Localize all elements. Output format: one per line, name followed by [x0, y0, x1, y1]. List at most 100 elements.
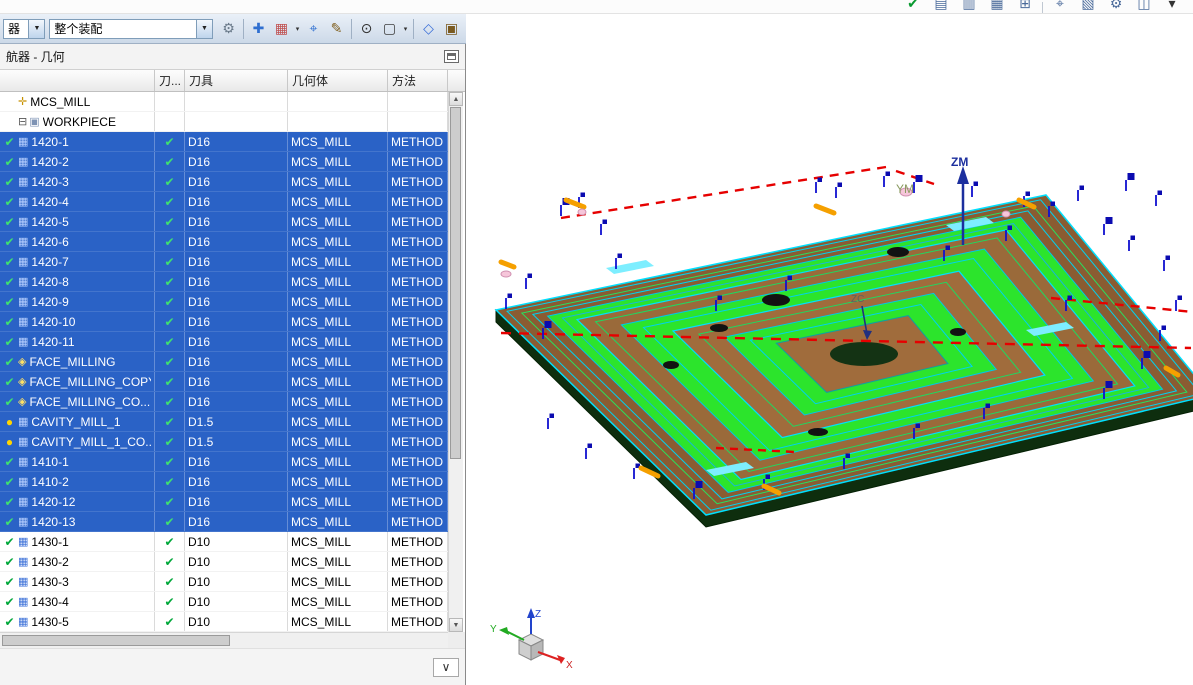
table-row[interactable]: ✔ ▦ 1420-12 ✔ D16 MCS_MILL METHOD [0, 492, 448, 512]
table-row[interactable]: ✔ ▦ 1420-4 ✔ D16 MCS_MILL METHOD [0, 192, 448, 212]
select-filter-icon[interactable]: ⌖ [1049, 0, 1071, 13]
vertical-scrollbar-thumb[interactable] [450, 107, 461, 459]
horizontal-scrollbar-thumb[interactable] [2, 635, 230, 646]
datum-point-icon[interactable]: ⊙ [355, 17, 378, 41]
table-row[interactable]: ✔ ◈ FACE_MILLING_COPY ✔ D16 MCS_MILL MET… [0, 372, 448, 392]
dropdown-arrow-icon[interactable]: ▾ [401, 25, 410, 33]
move-component-icon[interactable]: ⌖ [302, 17, 325, 41]
table-row[interactable]: ✛ MCS_MILL [0, 92, 448, 112]
selection-box-icon[interactable]: ▢ [378, 17, 401, 41]
maximize-window-icon[interactable]: ▤ [930, 0, 952, 13]
orientation-triad[interactable]: Z X Y [490, 608, 573, 671]
cell-tool: D10 [185, 612, 288, 631]
dropdown-arrow-icon[interactable]: ▾ [293, 25, 302, 33]
cell-method: METHOD [388, 532, 448, 551]
row-check-icon: ✔ [4, 254, 15, 269]
cell-method: METHOD [388, 512, 448, 531]
window-layout-icon[interactable]: ▦ [986, 0, 1008, 13]
wireframe-view-icon[interactable]: ◇ [417, 17, 440, 41]
operation-icon: ▦ [18, 536, 29, 548]
new-window-icon[interactable]: ⊞ [1014, 0, 1036, 13]
table-row[interactable]: ✔ ◈ FACE_MILLING ✔ D16 MCS_MILL METHOD [0, 352, 448, 372]
lightbulb-icon: ● [5, 414, 14, 429]
table-row[interactable]: ✔ ▦ 1430-4 ✔ D10 MCS_MILL METHOD [0, 592, 448, 612]
expander-icon[interactable]: ⊟ [18, 115, 27, 128]
table-row[interactable]: ✔ ▦ 1420-7 ✔ D16 MCS_MILL METHOD [0, 252, 448, 272]
cell-toolpath: ✔ [155, 272, 185, 291]
table-row[interactable]: ✔ ▦ 1420-10 ✔ D16 MCS_MILL METHOD [0, 312, 448, 332]
operation-icon: ▦ [18, 236, 29, 248]
zm-axis-label: ZM [951, 155, 968, 169]
cell-name: ✔ ▦ 1420-11 [0, 332, 155, 351]
table-row[interactable]: ● ▦ CAVITY_MILL_1 ✔ D1.5 MCS_MILL METHOD [0, 412, 448, 432]
add-component-icon[interactable]: ✚ [247, 17, 270, 41]
row-name: 1430-5 [31, 614, 69, 629]
vertical-scrollbar[interactable]: ▲ ▼ [448, 92, 463, 632]
column-header-toolpath[interactable]: 刀... [155, 70, 185, 91]
column-header-tool[interactable]: 刀具 [185, 70, 288, 91]
table-row[interactable]: ✔ ▦ 1430-1 ✔ D10 MCS_MILL METHOD [0, 532, 448, 552]
table-row[interactable]: ✔ ▦ 1420-2 ✔ D16 MCS_MILL METHOD [0, 152, 448, 172]
toolpath-check-icon: ✔ [164, 314, 175, 329]
row-name: CAVITY_MILL_1_CO... [31, 434, 151, 449]
horizontal-scrollbar[interactable] [0, 632, 448, 648]
toolpath-check-icon: ✔ [164, 494, 175, 509]
graphics-viewport[interactable]: ZM YM ZC Z X Y [466, 14, 1193, 685]
table-row[interactable]: ✔ ▦ 1420-9 ✔ D16 MCS_MILL METHOD [0, 292, 448, 312]
toolpath-check-icon: ✔ [164, 534, 175, 549]
table-row[interactable]: ● ▦ CAVITY_MILL_1_CO... ✔ D1.5 MCS_MILL … [0, 432, 448, 452]
pattern-component-icon[interactable]: ▦ [270, 17, 293, 41]
table-row[interactable]: ✔ ▦ 1420-3 ✔ D16 MCS_MILL METHOD [0, 172, 448, 192]
assembly-sequence-icon[interactable]: ⚙ [217, 17, 240, 41]
scroll-up-button[interactable]: ▲ [449, 92, 463, 106]
row-name: FACE_MILLING_COPY [29, 374, 151, 389]
cell-method [388, 92, 448, 111]
more-options-icon[interactable]: ▾ [1161, 0, 1183, 13]
row-name: 1420-3 [31, 174, 69, 189]
row-check-icon: ✔ [4, 294, 15, 309]
column-header-name[interactable] [0, 70, 155, 91]
chevron-down-icon[interactable]: ▼ [28, 19, 45, 38]
filter-combo[interactable]: 器 ▼ [3, 18, 46, 39]
table-row[interactable]: ✔ ▦ 1420-13 ✔ D16 MCS_MILL METHOD [0, 512, 448, 532]
table-row[interactable]: ⊟ ▣ WORKPIECE [0, 112, 448, 132]
toolpath-check-icon: ✔ [164, 554, 175, 569]
row-check-icon: ✔ [4, 354, 15, 369]
customize-icon[interactable]: ⚙ [1105, 0, 1127, 13]
row-check-icon: ✔ [4, 194, 15, 209]
cell-tool: D16 [185, 312, 288, 331]
split-view-icon[interactable]: ▥ [958, 0, 980, 13]
table-row[interactable]: ✔ ▦ 1420-8 ✔ D16 MCS_MILL METHOD [0, 272, 448, 292]
table-row[interactable]: ✔ ▦ 1410-1 ✔ D16 MCS_MILL METHOD [0, 452, 448, 472]
finish-icon[interactable]: ✔ [902, 0, 924, 13]
table-row[interactable]: ✔ ▦ 1420-6 ✔ D16 MCS_MILL METHOD [0, 232, 448, 252]
scroll-down-button[interactable]: ▼ [449, 618, 463, 632]
table-row[interactable]: ✔ ▦ 1430-5 ✔ D10 MCS_MILL METHOD [0, 612, 448, 632]
row-name: 1430-3 [31, 574, 69, 589]
operation-icon: ▦ [18, 416, 29, 428]
table-row[interactable]: ✔ ◈ FACE_MILLING_CO... ✔ D16 MCS_MILL ME… [0, 392, 448, 412]
cell-toolpath: ✔ [155, 472, 185, 491]
side-by-side-view-icon[interactable]: ◫ [1133, 0, 1155, 13]
expand-navigator-button[interactable]: ∨ [433, 657, 459, 677]
table-row[interactable]: ✔ ▦ 1430-3 ✔ D10 MCS_MILL METHOD [0, 572, 448, 592]
information-icon[interactable]: ▧ [1077, 0, 1099, 13]
table-row[interactable]: ✔ ▦ 1430-2 ✔ D10 MCS_MILL METHOD [0, 552, 448, 572]
shaded-view-icon[interactable]: ▣ [440, 17, 463, 41]
assembly-constraints-icon[interactable]: ✎ [325, 17, 348, 41]
table-row[interactable]: ✔ ▦ 1420-1 ✔ D16 MCS_MILL METHOD [0, 132, 448, 152]
column-header-method[interactable]: 方法 [388, 70, 448, 91]
row-check-icon: ✔ [4, 514, 15, 529]
table-row[interactable]: ✔ ▦ 1420-5 ✔ D16 MCS_MILL METHOD [0, 212, 448, 232]
cell-method: METHOD [388, 552, 448, 571]
chevron-down-icon[interactable]: ▼ [196, 19, 212, 38]
column-header-geometry[interactable]: 几何体 [288, 70, 388, 91]
row-check-icon: ✔ [4, 534, 15, 549]
scrollbar-track[interactable] [449, 460, 463, 618]
table-row[interactable]: ✔ ▦ 1420-11 ✔ D16 MCS_MILL METHOD [0, 332, 448, 352]
cell-name: ✛ MCS_MILL [0, 92, 155, 111]
table-row[interactable]: ✔ ▦ 1410-2 ✔ D16 MCS_MILL METHOD [0, 472, 448, 492]
assembly-scope-combo[interactable]: 整个装配 ▼ [49, 18, 213, 39]
undock-panel-button[interactable] [444, 50, 459, 63]
toolpath-check-icon: ✔ [164, 514, 175, 529]
